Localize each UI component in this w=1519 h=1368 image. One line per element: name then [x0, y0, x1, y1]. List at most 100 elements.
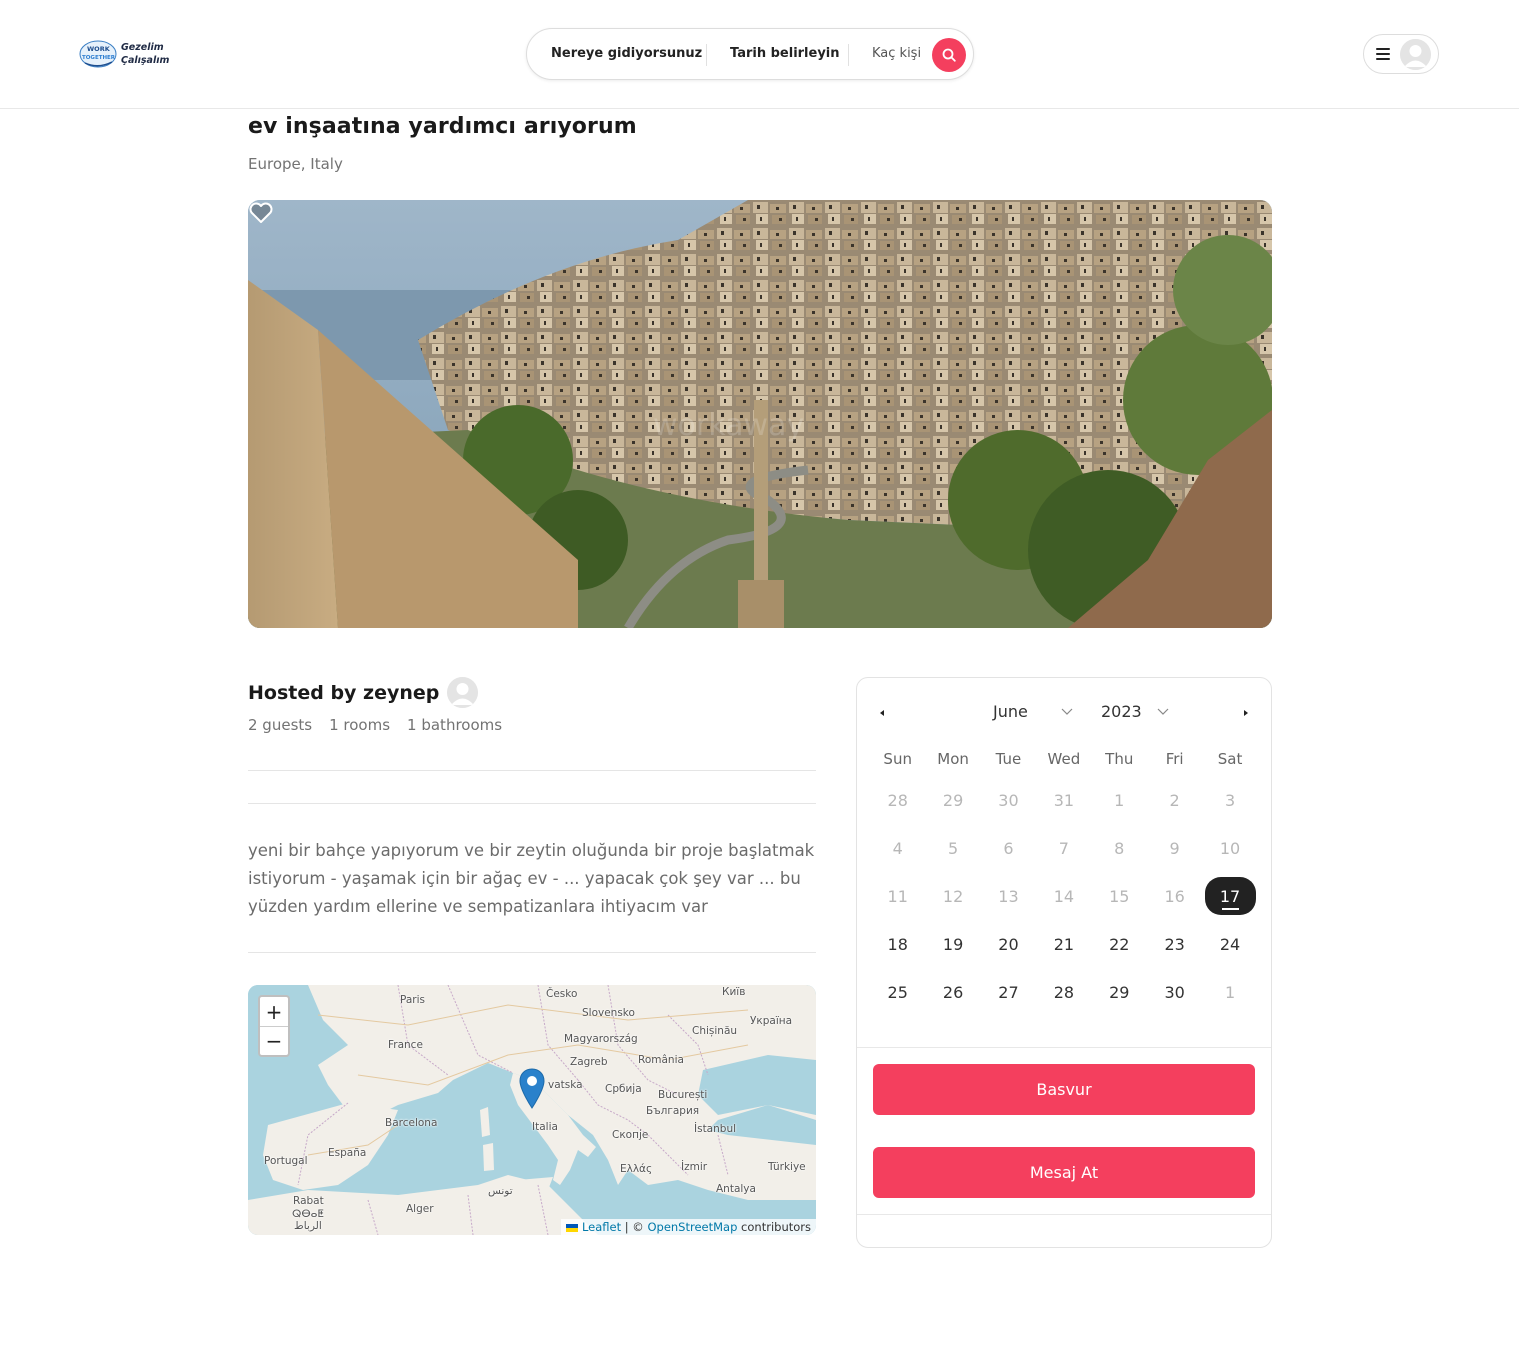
weekday-label: Tue — [995, 750, 1022, 768]
map-label: Türkiye — [768, 1161, 806, 1173]
map-label: România — [638, 1054, 684, 1066]
chevron-down-icon — [1157, 708, 1169, 715]
calendar-day: 13 — [998, 886, 1019, 906]
map-label: Portugal — [264, 1155, 308, 1167]
bathrooms-count: 1 bathrooms — [407, 716, 503, 734]
zoom-out-button[interactable]: − — [260, 1026, 288, 1055]
logo-badge-line2: TOGETHER — [82, 55, 116, 61]
calendar-day: 28 — [887, 790, 908, 810]
map-label: Paris — [400, 994, 425, 1006]
month-select[interactable]: June — [981, 702, 1081, 721]
rooms-count: 1 rooms — [329, 716, 391, 734]
logo[interactable]: WORK TOGETHER Gezelim Çalışalım — [79, 36, 179, 72]
calendar-week: 4 5 6 7 8 9 10 — [870, 824, 1258, 872]
map-label: تونس — [488, 1185, 513, 1197]
listing-title: ev inşaatına yardımcı arıyorum — [248, 114, 637, 139]
divider — [248, 803, 816, 804]
year-label: 2023 — [1101, 702, 1142, 721]
calendar-day: 16 — [1164, 886, 1185, 906]
chevron-down-icon — [1061, 708, 1073, 715]
booking-card: June 2023 Sun Mon Tue Wed Thu Fri Sat 28… — [856, 677, 1272, 1248]
weekday-header: Sun Mon Tue Wed Thu Fri Sat — [870, 742, 1258, 776]
calendar-day[interactable]: 28 — [1036, 968, 1091, 1016]
top-header: WORK TOGETHER Gezelim Çalışalım Nereye g… — [0, 0, 1519, 109]
calendar-day: 6 — [1003, 838, 1014, 858]
map-label: İstanbul — [694, 1123, 737, 1135]
calendar-day: 15 — [1109, 886, 1130, 906]
calendar-day-selected[interactable]: 17 — [1202, 872, 1257, 920]
host-info: Hosted by zeynep — [248, 677, 479, 708]
divider — [248, 952, 816, 953]
year-select[interactable]: 2023 — [1101, 702, 1171, 721]
user-menu-button[interactable] — [1363, 34, 1439, 74]
map-label: Київ — [722, 986, 746, 998]
calendar-day[interactable]: 19 — [925, 920, 980, 968]
message-button[interactable]: Mesaj At — [873, 1147, 1255, 1198]
calendar-day: 7 — [1058, 838, 1069, 858]
calendar-day[interactable]: 26 — [925, 968, 980, 1016]
calendar-day[interactable]: 25 — [870, 968, 925, 1016]
map-attribution: Leaflet | © OpenStreetMap contributors — [561, 1219, 816, 1235]
calendar-day[interactable]: 20 — [981, 920, 1036, 968]
search-icon — [942, 48, 956, 62]
calendar-day: 11 — [887, 886, 908, 906]
logo-text-line2: Çalışalım — [121, 55, 170, 66]
calendar-day[interactable]: 21 — [1036, 920, 1091, 968]
map-label: الرباط — [294, 1220, 322, 1232]
map-label: İzmir — [681, 1161, 708, 1173]
logo-badge: WORK TOGETHER — [79, 38, 119, 70]
calendar-day: 14 — [1053, 886, 1075, 906]
calendar-grid: Sun Mon Tue Wed Thu Fri Sat 28 29 30 31 … — [870, 742, 1258, 1016]
calendar-day: 4 — [892, 838, 903, 858]
attribution-tail: contributors — [737, 1220, 811, 1234]
photo-watermark: workaway — [653, 408, 804, 443]
calendar-day[interactable]: 22 — [1092, 920, 1147, 968]
search-where[interactable]: Nereye gidiyorsunuz — [551, 46, 702, 61]
host-label: Hosted by zeynep — [248, 681, 440, 704]
calendar-day[interactable]: 24 — [1202, 920, 1257, 968]
favorite-heart-icon[interactable] — [248, 200, 274, 226]
calendar-day: 3 — [1224, 790, 1236, 810]
calendar-day: 1 — [1114, 790, 1125, 810]
map-label: Chișinău — [692, 1025, 738, 1037]
map-label: Ελλάς — [620, 1163, 653, 1175]
map-label: Rabat — [293, 1195, 324, 1207]
ukraine-flag-icon — [566, 1223, 579, 1232]
location-map[interactable]: Paris Česko Київ Slovensko Україна Chiși… — [248, 985, 816, 1235]
next-month-icon[interactable] — [1241, 708, 1251, 718]
map-label: Скопје — [612, 1129, 649, 1141]
calendar-day[interactable]: 18 — [870, 920, 925, 968]
listing-description: yeni bir bahçe yapıyorum ve bir zeytin o… — [248, 841, 815, 916]
search-button[interactable] — [932, 38, 966, 72]
calendar-week: 25 26 27 28 29 30 1 — [870, 968, 1258, 1016]
map-pin-icon[interactable] — [519, 1068, 545, 1109]
openstreetmap-link[interactable]: OpenStreetMap — [647, 1220, 737, 1234]
calendar-day[interactable]: 23 — [1147, 920, 1202, 968]
menu-icon — [1376, 48, 1390, 60]
calendar-day: 12 — [942, 886, 964, 906]
avatar — [447, 677, 479, 708]
calendar-day[interactable]: 29 — [1092, 968, 1147, 1016]
map-label: България — [646, 1105, 700, 1117]
leaflet-link[interactable]: Leaflet — [582, 1220, 621, 1234]
listing-location: Europe, Italy — [248, 155, 343, 173]
map-zoom-control: + − — [258, 995, 290, 1057]
zoom-in-button[interactable]: + — [260, 997, 288, 1026]
search-guests[interactable]: Kaç kişi — [872, 46, 921, 61]
selected-day-label: 17 — [1204, 877, 1256, 915]
search-bar[interactable]: Nereye gidiyorsunuz Tarih belirleyin Kaç… — [526, 28, 974, 80]
calendar-day: 2 — [1169, 790, 1180, 810]
weekday-label: Sat — [1217, 750, 1243, 768]
divider — [248, 770, 816, 771]
calendar-day[interactable]: 30 — [1147, 968, 1202, 1016]
prev-month-icon[interactable] — [877, 708, 887, 718]
map-label: Україна — [750, 1015, 793, 1027]
calendar-day[interactable]: 27 — [981, 968, 1036, 1016]
card-divider — [857, 1047, 1271, 1048]
weekday-label: Mon — [937, 750, 969, 768]
weekday-label: Sun — [883, 750, 912, 768]
calendar-day: 8 — [1114, 838, 1125, 858]
apply-button[interactable]: Basvur — [873, 1064, 1255, 1115]
weekday-label: Fri — [1165, 750, 1184, 768]
search-date[interactable]: Tarih belirleyin — [730, 46, 840, 61]
